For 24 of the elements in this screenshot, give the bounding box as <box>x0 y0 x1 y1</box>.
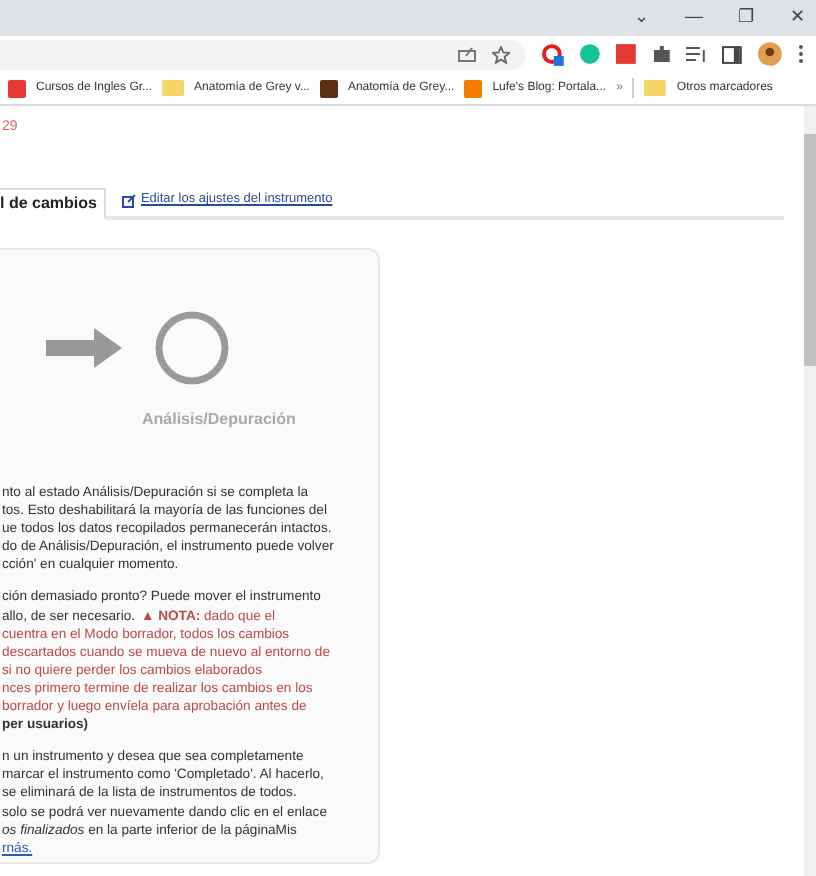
window-control[interactable]: ✕ <box>788 4 808 32</box>
scrollbar[interactable] <box>804 106 816 876</box>
arrow-right-icon <box>46 328 122 368</box>
scrollbar-thumb[interactable] <box>804 134 816 366</box>
tab[interactable]: l de cambios <box>0 188 107 220</box>
folder-icon <box>644 80 667 96</box>
window-control[interactable]: — <box>684 4 704 32</box>
menu-icon[interactable] <box>798 44 804 64</box>
status-label: Análisis/Depuración <box>142 410 296 428</box>
edit-icon <box>122 193 137 207</box>
reading-list-icon[interactable] <box>686 45 707 63</box>
folder-icon <box>162 80 185 96</box>
site-icon <box>319 79 338 97</box>
site-icon <box>464 79 483 97</box>
extension-icon[interactable] <box>615 44 636 64</box>
site-icon <box>8 79 26 97</box>
status-circle-icon <box>154 310 230 386</box>
extension-icon[interactable] <box>541 43 564 65</box>
star-icon[interactable] <box>491 45 510 63</box>
share-icon[interactable] <box>457 46 476 62</box>
window-control[interactable]: ⌄ <box>632 4 652 32</box>
side-panel-icon[interactable] <box>722 45 743 63</box>
window-control[interactable]: ❐ <box>736 4 756 32</box>
avatar-icon[interactable] <box>758 42 783 66</box>
